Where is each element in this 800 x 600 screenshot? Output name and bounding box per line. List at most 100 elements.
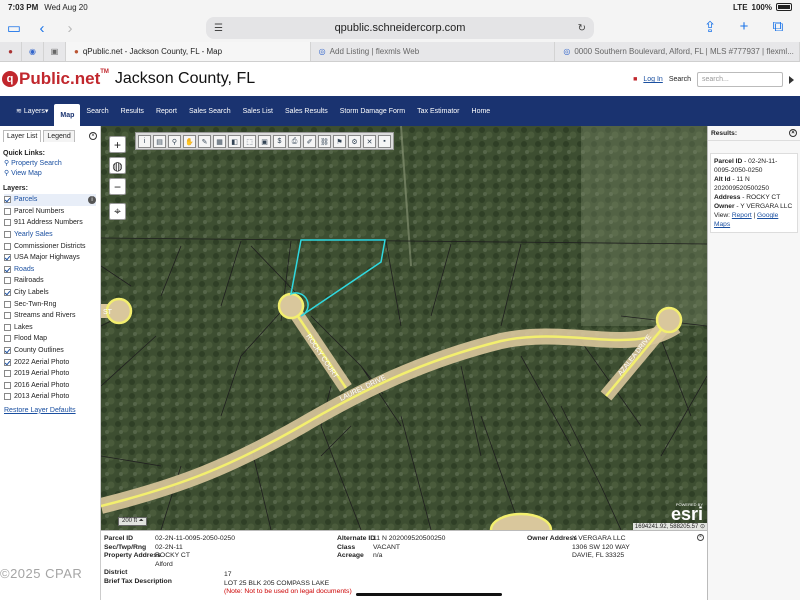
nav-report[interactable]: Report (150, 96, 183, 126)
buffer-tool-icon[interactable]: ◧ (228, 135, 241, 148)
link-tool-icon[interactable]: ⛓ (318, 135, 331, 148)
restore-layer-defaults-link[interactable]: Restore Layer Defaults (4, 407, 96, 414)
print-tool-icon[interactable]: ⎙ (288, 135, 301, 148)
layer-checkbox[interactable] (4, 242, 11, 250)
layer-checkbox[interactable] (4, 300, 11, 308)
markup-tool-icon[interactable]: ✐ (303, 135, 316, 148)
photo-tool-icon[interactable]: ▣ (258, 135, 271, 148)
layer-checkbox[interactable] (4, 231, 11, 239)
layer-checkbox[interactable] (4, 347, 11, 355)
tab-qpublic[interactable]: ● qPublic.net - Jackson County, FL - Map (66, 42, 311, 61)
result-card[interactable]: Parcel ID - 02-2N-11-0095-2050-0250 Alt … (710, 153, 798, 233)
pan-tool-icon[interactable]: ✋ (183, 135, 196, 148)
page-menu-icon[interactable]: ☰ (214, 23, 223, 34)
select-tool-icon[interactable]: ⬚ (243, 135, 256, 148)
globe-icon[interactable]: ◍ (109, 157, 126, 174)
pinned-tab-1[interactable]: ● (0, 42, 22, 61)
layer-row-2016-aerial-photo[interactable]: 2016 Aerial Photo (4, 380, 96, 392)
back-icon[interactable]: ‹ (28, 20, 56, 37)
layer-row-911-address-numbers[interactable]: 911 Address Numbers (4, 217, 96, 229)
info-icon[interactable]: i (88, 195, 96, 204)
locate-icon[interactable]: ⌖ (109, 203, 126, 220)
nav-search[interactable]: Search (80, 96, 114, 126)
layer-row-commissioner-districts[interactable]: Commissioner Districts (4, 240, 96, 252)
layer-row-sec-twn-rng[interactable]: Sec-Twn-Rng (4, 298, 96, 310)
layer-row-2022-aerial-photo[interactable]: 2022 Aerial Photo (4, 356, 96, 368)
nav-sales-results[interactable]: Sales Results (279, 96, 334, 126)
layer-checkbox[interactable] (4, 381, 11, 389)
layer-row-parcel-numbers[interactable]: Parcel Numbers (4, 206, 96, 218)
nav-storm-damage-form[interactable]: Storm Damage Form (334, 96, 411, 126)
layer-row-flood-map[interactable]: Flood Map (4, 333, 96, 345)
sales-tool-icon[interactable]: $ (273, 135, 286, 148)
layer-checkbox[interactable] (4, 358, 11, 366)
layer-checkbox[interactable] (4, 370, 11, 378)
layer-row-2019-aerial-photo[interactable]: 2019 Aerial Photo (4, 368, 96, 380)
reload-icon[interactable]: ↻ (578, 23, 586, 34)
layer-row-railroads[interactable]: Railroads (4, 275, 96, 287)
nav-map[interactable]: Map (54, 104, 81, 126)
tab-flexmls-add[interactable]: ◎ Add Listing | flexmls Web (311, 42, 556, 61)
nav-tax-estimator[interactable]: Tax Estimator (411, 96, 465, 126)
quick-link-view-map[interactable]: ⚲ View Map (4, 169, 96, 178)
layer-row-lakes[interactable]: Lakes (4, 322, 96, 334)
layer-checkbox[interactable] (4, 265, 11, 273)
street-view-tool-icon[interactable]: ⚑ (333, 135, 346, 148)
close-icon[interactable]: × (697, 534, 704, 541)
report-link[interactable]: Report (732, 212, 752, 219)
save-tool-icon[interactable]: ▪ (378, 135, 391, 148)
pinned-tab-2[interactable]: ◉ (22, 42, 44, 61)
aerial-map[interactable]: ROCKY COURT LAUREL DRIVE AZALEA DRIVE ST (101, 126, 707, 530)
clear-tool-icon[interactable]: ✕ (363, 135, 376, 148)
pinned-tab-3[interactable]: ▣ (44, 42, 66, 61)
layer-checkbox[interactable] (4, 219, 11, 227)
map-view[interactable]: ROCKY COURT LAUREL DRIVE AZALEA DRIVE ST… (101, 126, 707, 530)
layer-checkbox[interactable] (4, 289, 11, 297)
layer-row-city-labels[interactable]: City Labels (4, 287, 96, 299)
close-icon[interactable]: × (789, 129, 797, 137)
zoom-out-button[interactable]: − (109, 178, 126, 195)
layer-checkbox[interactable] (4, 196, 11, 204)
layer-checkbox[interactable] (4, 312, 11, 320)
close-icon[interactable]: × (89, 132, 97, 140)
layer-checkbox[interactable] (4, 254, 11, 262)
identify-tool-icon[interactable]: ⚲ (168, 135, 181, 148)
layer-row-2013-aerial-photo[interactable]: 2013 Aerial Photo (4, 391, 96, 403)
search-input[interactable]: search... (697, 72, 783, 87)
forward-icon[interactable]: › (56, 20, 84, 37)
new-tab-icon[interactable]: + (730, 18, 758, 36)
layer-row-streams-and-rivers[interactable]: Streams and Rivers (4, 310, 96, 322)
layer-checkbox[interactable] (4, 393, 11, 401)
layer-row-roads[interactable]: Roads (4, 264, 96, 276)
layer-row-county-outlines[interactable]: County Outlines (4, 345, 96, 357)
logo-text[interactable]: Public.netTM (19, 69, 109, 89)
info-tool-icon[interactable]: i (138, 135, 151, 148)
tab-legend[interactable]: Legend (43, 130, 75, 142)
layer-row-usa-major-highways[interactable]: USA Major Highways (4, 252, 96, 264)
nav-results[interactable]: Results (115, 96, 150, 126)
layer-row-parcels[interactable]: Parcels i (4, 194, 96, 206)
nav-sales-list[interactable]: Sales List (237, 96, 279, 126)
layer-checkbox[interactable] (4, 335, 11, 343)
tab-overview-icon[interactable]: ⧉ (764, 18, 792, 36)
nav-home[interactable]: Home (466, 96, 497, 126)
share-icon[interactable]: ⇪ (696, 18, 724, 36)
nav-sales-search[interactable]: Sales Search (183, 96, 237, 126)
tab-layer-list[interactable]: Layer List (3, 130, 42, 142)
login-link[interactable]: Log In (643, 76, 662, 83)
quick-link-property-search[interactable]: ⚲ Property Search (4, 159, 96, 168)
settings-tool-icon[interactable]: ⚙ (348, 135, 361, 148)
zoom-in-button[interactable]: + (109, 136, 126, 153)
address-bar[interactable]: ☰ qpublic.schneidercorp.com ↻ (206, 17, 594, 39)
layers-tool-icon[interactable]: ▤ (153, 135, 166, 148)
layer-row-yearly-sales[interactable]: Yearly Sales (4, 229, 96, 241)
tab-flexmls-listing[interactable]: ◎ 0000 Southern Boulevard, Alford, FL | … (555, 42, 800, 61)
layer-checkbox[interactable] (4, 277, 11, 285)
layer-checkbox[interactable] (4, 323, 11, 331)
home-indicator[interactable] (356, 593, 502, 596)
layer-checkbox[interactable] (4, 207, 11, 215)
nav-layers[interactable]: ≋ Layers ▾ (10, 96, 54, 126)
draw-tool-icon[interactable]: ✎ (198, 135, 211, 148)
measure-tool-icon[interactable]: ▦ (213, 135, 226, 148)
search-go-icon[interactable] (789, 75, 794, 84)
